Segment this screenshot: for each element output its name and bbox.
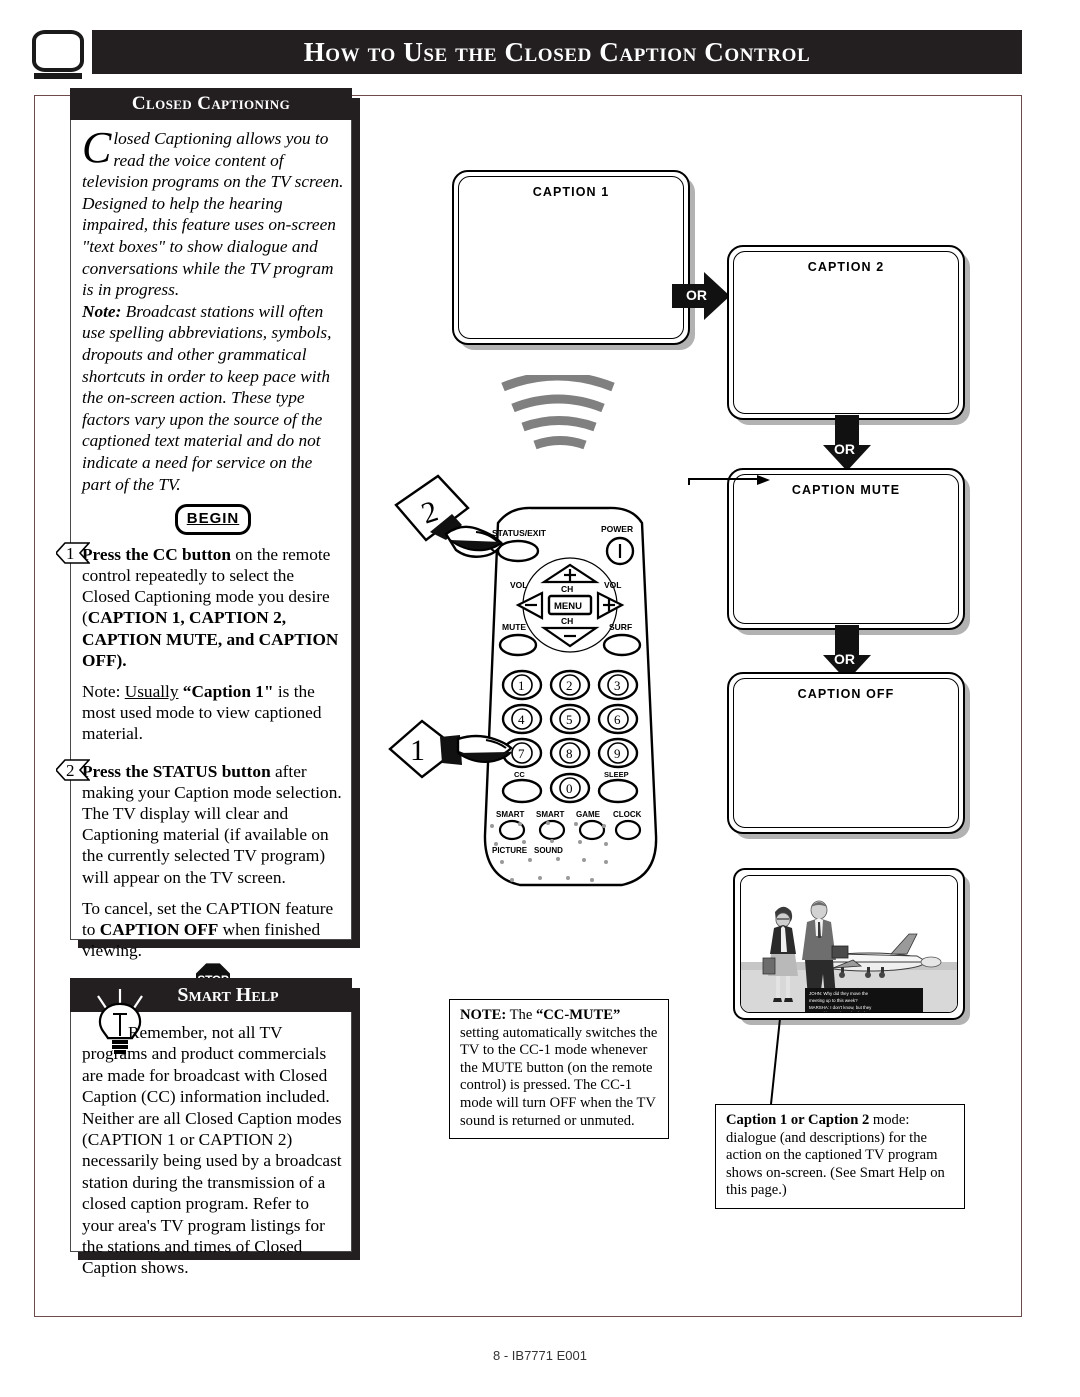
drop-cap: C	[82, 123, 112, 172]
svg-text:POWER: POWER	[601, 524, 633, 534]
svg-text:MUTE: MUTE	[502, 622, 526, 632]
step-2-cancel: To cancel, set the CAPTION feature to CA…	[82, 898, 344, 962]
tv-bezel-inner	[458, 176, 684, 339]
svg-text:SLEEP: SLEEP	[604, 770, 629, 779]
caption-box-bold-lead: Caption 1 or Caption 2	[726, 1112, 870, 1128]
page-title-text: How to Use the Closed Caption Control	[303, 37, 811, 67]
closed-captioning-heading: Closed Captioning	[70, 88, 352, 120]
step-1-note-underline: Usually	[124, 681, 179, 701]
svg-text:0: 0	[566, 781, 573, 796]
tv-screen-caption-1: CAPTION 1	[452, 170, 690, 345]
step-1-text: Press the CC button on the remote contro…	[82, 544, 344, 671]
callout-hand-1: 1	[388, 707, 513, 792]
step-1-note-prefix: Note:	[82, 681, 125, 701]
svg-text:are pushing to close the deal.: are pushing to close the deal.	[809, 1011, 866, 1013]
or-connector-2: OR	[821, 415, 873, 473]
svg-text:1: 1	[410, 734, 425, 767]
tv-screen-caption-off: CAPTION OFF	[727, 672, 965, 834]
leader-arrowhead	[757, 473, 771, 491]
step-2-number-diamond: 2	[56, 758, 90, 781]
svg-text:2: 2	[66, 761, 75, 780]
svg-text:VOL: VOL	[604, 580, 621, 590]
svg-text:MENU: MENU	[554, 601, 582, 612]
intro-paragraph: Closed Captioning allows you to read the…	[82, 123, 344, 301]
tv-screen-caption-off-label: CAPTION OFF	[797, 687, 895, 701]
svg-text:4: 4	[518, 712, 525, 727]
or-connector-3-label: OR	[834, 651, 855, 667]
callout-hand-2: 2	[390, 470, 515, 575]
step-2-bold-lead: Press the STATUS button	[82, 761, 271, 781]
smart-help-body: Remember, not all TV programs and produc…	[82, 1022, 344, 1279]
step-1-note: Note: Usually “Caption 1" is the most us…	[82, 681, 344, 745]
svg-text:meeting up to this week?: meeting up to this week?	[809, 998, 858, 1003]
step-1-number-diamond: 1	[56, 541, 90, 564]
svg-text:CH: CH	[561, 616, 573, 626]
note-label: NOTE:	[460, 1007, 507, 1023]
svg-text:6: 6	[614, 712, 621, 727]
svg-text:1: 1	[518, 678, 525, 693]
svg-text:1: 1	[66, 544, 75, 563]
step-1-note-bold: “Caption 1"	[178, 681, 274, 701]
step-1: 1 Press the CC button on the remote cont…	[56, 541, 344, 745]
intro-note-text: Broadcast stations will often use spelli…	[82, 301, 332, 494]
or-connector-1-label: OR	[686, 287, 707, 303]
svg-text:8: 8	[566, 746, 573, 761]
or-connector-1: OR	[672, 270, 732, 322]
svg-text:VOL: VOL	[510, 580, 527, 590]
page-title: How to Use the Closed Caption Control	[92, 30, 1022, 74]
tv-screen-caption-mute: CAPTION MUTE	[727, 468, 965, 630]
intro-text: losed Captioning allows you to read the …	[82, 129, 344, 300]
smart-help-text: Remember, not all TV programs and produc…	[82, 1023, 342, 1278]
intro-note-paragraph: Note: Broadcast stations will often use …	[82, 301, 344, 495]
cancel-bold: CAPTION OFF	[99, 919, 219, 939]
note-cc-mute-box: NOTE: The “CC-MUTE” setting automaticall…	[449, 999, 669, 1140]
step-1-bold-tail: CAPTION 1, CAPTION 2, CAPTION MUTE, and …	[82, 608, 339, 670]
intro-note-label: Note:	[82, 301, 122, 321]
step-2-text: Press the STATUS button after making you…	[82, 761, 344, 888]
tv-screen-caption-example: JOHN: Why did they move the meeting up t…	[733, 868, 965, 1020]
svg-text:9: 9	[614, 746, 621, 761]
tv-screen-icon	[32, 30, 84, 80]
tv-example-picture: JOHN: Why did they move the meeting up t…	[740, 875, 958, 1013]
closed-captioning-heading-text: Closed Captioning	[131, 93, 291, 114]
ir-signal-waves-icon	[495, 371, 625, 455]
caption-mode-box: Caption 1 or Caption 2 mode: dialogue (a…	[715, 1104, 965, 1209]
svg-text:MARSHA: I don't know, but they: MARSHA: I don't know, but they	[809, 1005, 872, 1010]
note-bold-term: “CC-MUTE”	[535, 1007, 621, 1023]
note-text: setting automatically switches the TV to…	[460, 1024, 658, 1129]
leader-horizontal	[688, 478, 760, 480]
tv-screen-caption-1-label: CAPTION 1	[532, 185, 610, 199]
begin-label: BEGIN	[174, 504, 252, 535]
svg-text:CH: CH	[561, 584, 573, 594]
note-lead: The	[506, 1007, 536, 1023]
remote-speaker-grille	[480, 818, 650, 898]
closed-captioning-body: Closed Captioning allows you to read the…	[56, 123, 344, 1003]
tv-bezel-inner	[733, 251, 959, 414]
manual-page: How to Use the Closed Caption Control Cl…	[0, 0, 1080, 1397]
cancel-pre: To cancel	[82, 898, 149, 918]
tv-screen-caption-2-label: CAPTION 2	[807, 260, 885, 274]
step-2: 2 Press the STATUS button after making y…	[56, 758, 344, 1003]
or-connector-2-label: OR	[834, 441, 855, 457]
begin-marker: BEGIN	[82, 504, 344, 535]
step-1-bold-lead: Press the CC button	[82, 544, 231, 564]
page-footer: 8 - IB7771 E001	[493, 1348, 587, 1363]
svg-text:5: 5	[566, 712, 573, 727]
svg-text:CC: CC	[514, 770, 525, 779]
svg-text:SURF: SURF	[609, 622, 632, 632]
svg-text:7: 7	[518, 746, 525, 761]
tv-screen-caption-2: CAPTION 2	[727, 245, 965, 420]
svg-text:3: 3	[614, 678, 621, 693]
svg-text:2: 2	[566, 678, 573, 693]
svg-text:JOHN: Why did they move the: JOHN: Why did they move the	[809, 991, 869, 996]
